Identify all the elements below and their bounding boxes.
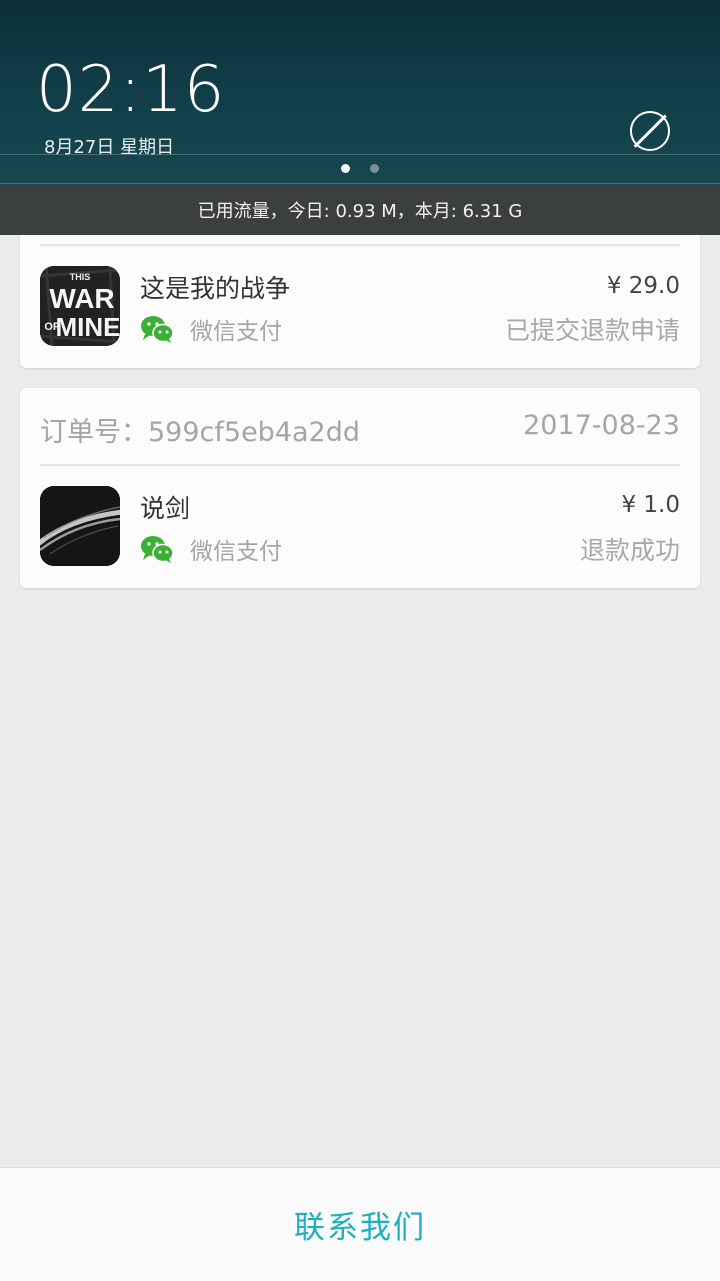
order-card[interactable]: 订单号：599cf5eb4a2dd 2017-08-23 说剑 微信支付 ¥ 1… xyxy=(20,388,700,588)
divider xyxy=(40,464,680,466)
bottom-bar: 联系我们 xyxy=(0,1167,720,1281)
app-icon-this-war-of-mine: THIS WAR OF MINE xyxy=(40,266,120,346)
app-name: 说剑 xyxy=(140,494,191,523)
wechat-icon xyxy=(141,316,174,343)
payment-label: 微信支付 xyxy=(190,539,282,565)
price: ¥ 1.0 xyxy=(621,492,680,518)
order-card[interactable]: THIS WAR OF MINE 这是我的战争 微信支付 ¥ 29.0 已提交退… xyxy=(20,215,700,368)
price: ¥ 29.0 xyxy=(606,273,680,299)
app-icon-shuojian xyxy=(40,486,120,566)
date-label: 8月27日 星期日 xyxy=(44,137,175,158)
page-indicator xyxy=(0,164,720,173)
refund-status: 已提交退款申请 xyxy=(504,316,680,345)
data-usage-bar[interactable]: 已用流量，今日: 0.93 M，本月: 6.31 G xyxy=(0,185,720,235)
order-date: 2017-08-23 xyxy=(523,410,680,441)
logo-text-this: THIS xyxy=(70,272,91,282)
payment-method: 微信支付 xyxy=(140,532,282,566)
page-dot-active xyxy=(341,164,350,173)
clock: 02:16 xyxy=(36,53,226,127)
payment-label: 微信支付 xyxy=(190,319,282,345)
logo-text-mine: MINE xyxy=(56,312,121,342)
order-number: 订单号：599cf5eb4a2dd xyxy=(40,417,360,448)
do-not-disturb-icon[interactable] xyxy=(630,111,670,151)
wechat-icon xyxy=(141,536,174,563)
divider xyxy=(0,183,720,184)
payment-method: 微信支付 xyxy=(140,312,282,346)
refund-status: 退款成功 xyxy=(579,536,680,565)
page-dot xyxy=(370,164,379,173)
divider xyxy=(0,154,720,155)
app-name: 这是我的战争 xyxy=(140,274,291,303)
divider xyxy=(40,244,680,246)
contact-us-button[interactable]: 联系我们 xyxy=(294,1202,426,1247)
sword-brush-icon xyxy=(40,486,120,566)
notification-shade: 02:16 8月27日 星期日 已用流量，今日: 0.93 M，本月: 6.31… xyxy=(0,0,720,235)
logo-text-war: WAR xyxy=(49,283,114,314)
this-war-of-mine-logo: THIS WAR OF MINE xyxy=(40,266,120,346)
